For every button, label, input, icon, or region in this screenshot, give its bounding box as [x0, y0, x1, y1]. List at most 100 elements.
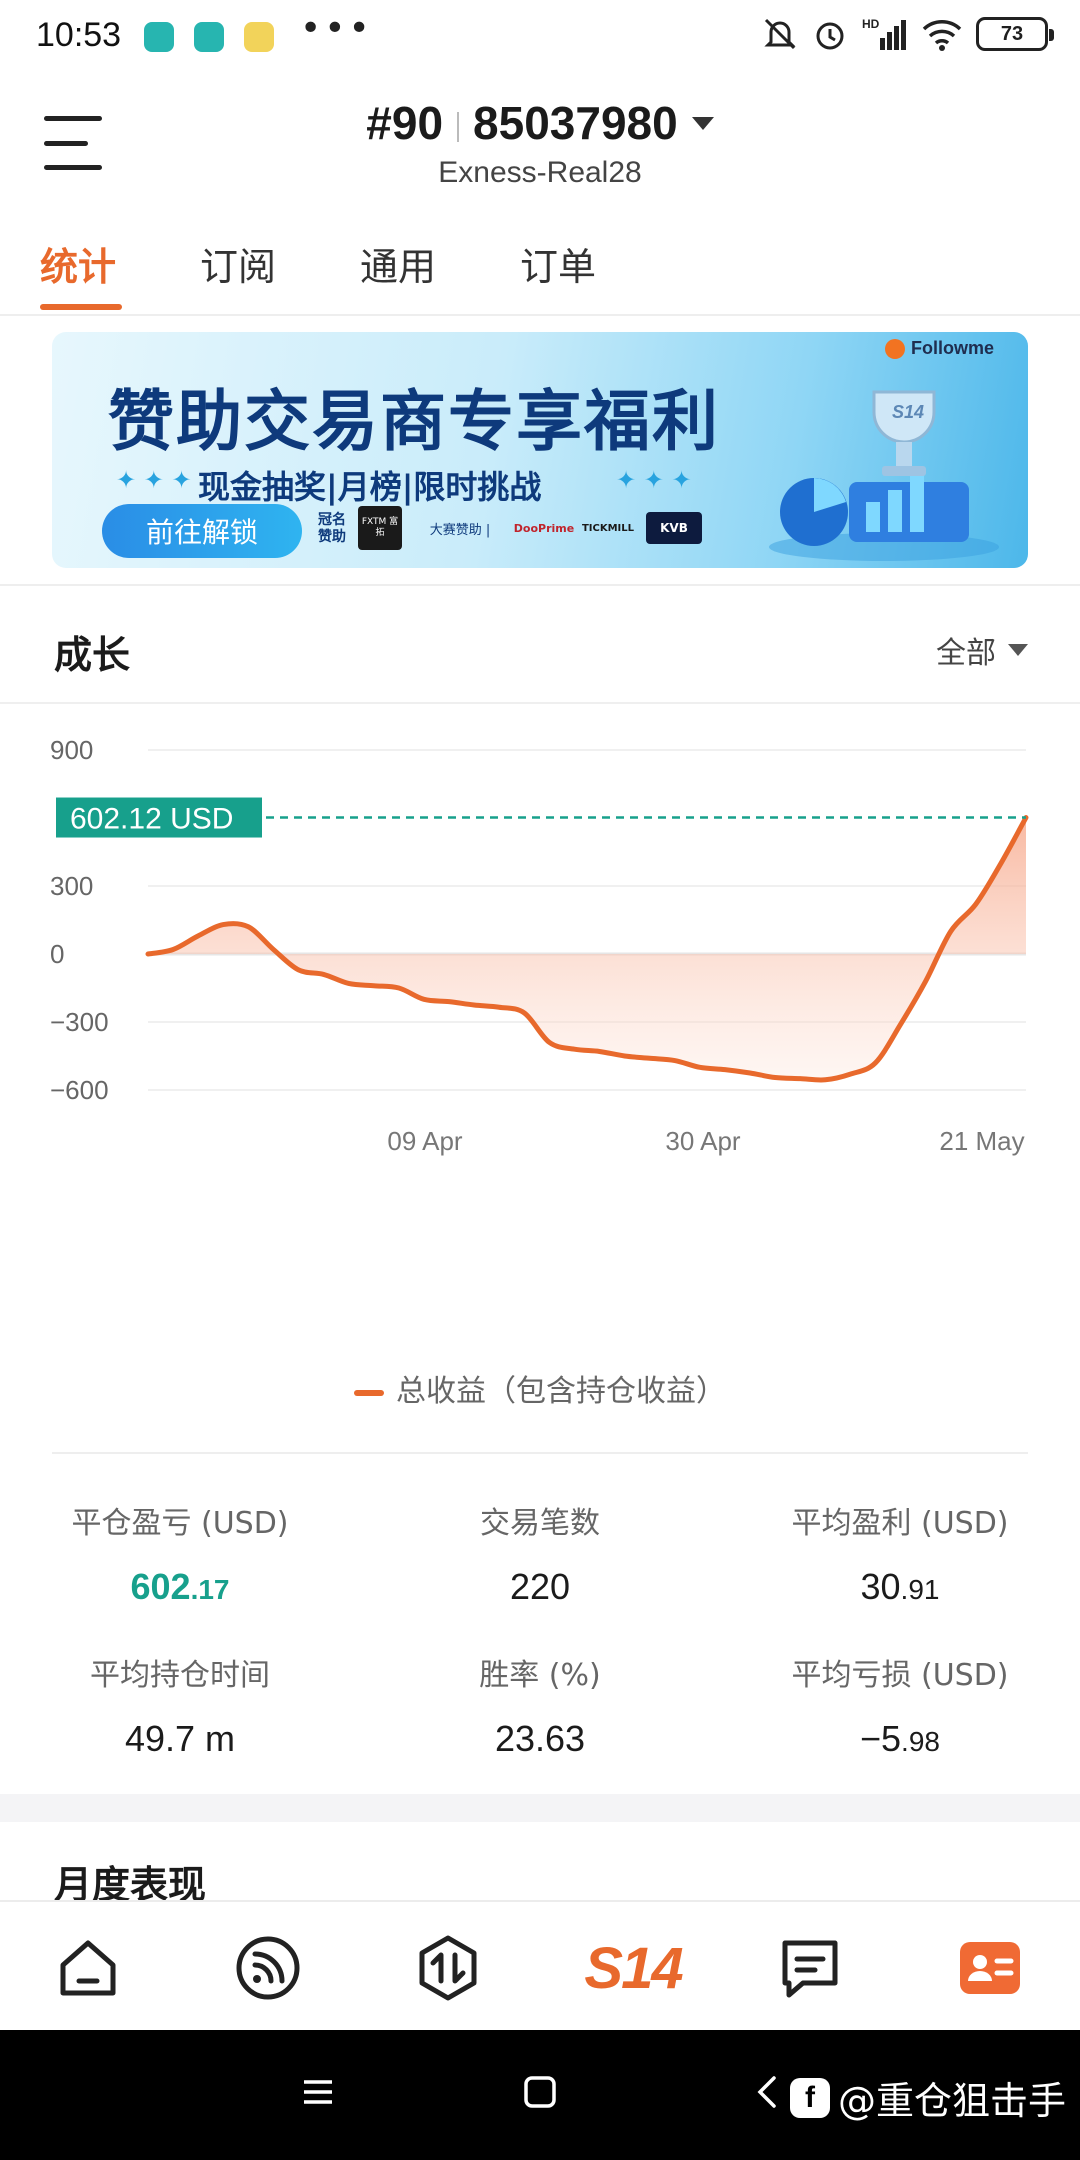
- x-tick-label: 09 Apr: [387, 1126, 463, 1156]
- douyin-logo-icon: f: [789, 2077, 830, 2118]
- legend-swatch: [354, 1389, 384, 1396]
- y-tick-label: 900: [50, 735, 93, 765]
- shield-app-icon: [144, 22, 174, 52]
- growth-area: [148, 817, 1026, 1081]
- app-header: #90 85037980 Exness-Real28: [0, 78, 1080, 208]
- growth-chart[interactable]: 900 300 0 −300 −600 09 Apr 30 Apr 21 May 602.1…: [0, 702, 1080, 1362]
- stat-label: 交易笔数: [480, 1506, 600, 1541]
- sparkle-icon: ✦ ✦ ✦: [116, 466, 192, 494]
- account-server: Exness-Real28: [438, 156, 642, 189]
- promo-banner[interactable]: Followme 赞助交易商专享福利 ✦ ✦ ✦ 现金抽奖|月榜|限时挑战 ✦ …: [52, 332, 1028, 568]
- profile-card-icon: [960, 1942, 1020, 1994]
- watermark: f @重仓狙击手: [789, 2070, 1066, 2125]
- account-separator: [457, 111, 460, 142]
- period-filter-label: 全部: [936, 636, 996, 671]
- recent-apps-button[interactable]: [300, 2074, 336, 2110]
- watermark-text: @重仓狙击手: [837, 2079, 1066, 2123]
- nav-feed[interactable]: [228, 1930, 308, 2006]
- trade-icon: [419, 1935, 477, 2001]
- stat-label: 平均盈利 (USD): [791, 1506, 1009, 1541]
- sparkle-icon: ✦ ✦ ✦: [616, 466, 692, 494]
- more-notifications-icon: •••: [300, 8, 373, 49]
- sponsor-logo-tickmill: TICKMILL: [581, 522, 635, 534]
- back-button[interactable]: [752, 2074, 780, 2110]
- account-prefix: #90: [366, 97, 444, 149]
- alarm-icon: [816, 22, 844, 50]
- app-screen: 10:53 ••• HD 73 #90 85037980 Exness-Real2…: [0, 0, 1080, 2160]
- wifi-icon: [922, 20, 962, 51]
- sponsor-logo-fxtm: FXTM 富拓: [358, 506, 402, 550]
- signal-icon: HD: [862, 17, 906, 50]
- status-time: 10:53: [36, 16, 122, 54]
- home-button[interactable]: [522, 2074, 558, 2110]
- status-bar: 10:53 ••• HD 73: [0, 0, 1080, 78]
- tab-subscribe[interactable]: 订阅: [200, 236, 276, 291]
- sponsor-label: 冠名 赞助: [318, 512, 346, 545]
- unlock-button[interactable]: 前往解锁: [102, 504, 302, 558]
- stat-value: 49.7 m: [124, 1718, 236, 1759]
- nav-s14[interactable]: S14: [578, 1930, 688, 2006]
- stat-value: 23.63: [494, 1718, 586, 1759]
- message-app-icon: [244, 22, 274, 52]
- nav-profile[interactable]: [950, 1930, 1030, 2006]
- silent-icon: [764, 18, 796, 50]
- tab-general[interactable]: 通用: [360, 236, 436, 291]
- bottom-nav: S14: [0, 1900, 1080, 2030]
- growth-title: 成长: [54, 633, 131, 677]
- x-tick-label: 21 May: [939, 1126, 1024, 1156]
- active-tab-indicator: [40, 304, 122, 310]
- stat-value: 220: [509, 1566, 571, 1607]
- stat-avg-profit: 平均盈利 (USD) 30.91: [720, 1498, 1080, 1608]
- svg-text:HD: HD: [862, 17, 880, 31]
- shield-app-icon-2: [194, 22, 224, 52]
- account-id: 85037980: [473, 97, 678, 149]
- chevron-down-icon: [691, 117, 714, 131]
- s14-logo-icon: S14: [584, 1935, 683, 2001]
- followme-logo-icon: [884, 338, 905, 359]
- divider: [52, 1452, 1028, 1454]
- stat-avg-hold-time: 平均持仓时间 49.7 m: [0, 1650, 360, 1760]
- home-icon: [60, 1940, 116, 1996]
- stat-value: 30.91: [860, 1566, 940, 1607]
- system-nav-bar: f @重仓狙击手: [0, 2030, 1080, 2160]
- sponsor-text: 大赛赞助 |: [429, 522, 491, 538]
- banner-title: 赞助交易商专享福利: [108, 383, 720, 460]
- current-value-label: 602.12 USD: [70, 803, 233, 836]
- x-tick-label: 30 Apr: [665, 1126, 741, 1156]
- stat-label: 平均持仓时间: [90, 1658, 270, 1693]
- stat-value: 602.17: [130, 1566, 230, 1607]
- banner-brand-name: Followme: [910, 338, 994, 358]
- sponsor-logo-dooprime: DooPrime: [513, 521, 575, 535]
- y-tick-label: −600: [50, 1075, 109, 1105]
- status-icons: HD 73: [762, 16, 1054, 52]
- stat-value: −5.98: [860, 1718, 940, 1759]
- nav-home[interactable]: [48, 1930, 128, 2006]
- banner-subtitle: 现金抽奖|月榜|限时挑战: [198, 468, 542, 506]
- tab-bar: 统计 订阅 通用 订单: [0, 208, 1080, 316]
- trophy-illustration: S14: [769, 390, 999, 561]
- stat-win-rate: 胜率 (%) 23.63: [360, 1650, 720, 1760]
- x-axis: 09 Apr 30 Apr 21 May: [387, 1126, 1024, 1156]
- nav-messages[interactable]: [770, 1930, 850, 2006]
- stat-avg-loss: 平均亏损 (USD) −5.98: [720, 1650, 1080, 1760]
- nav-trade[interactable]: [408, 1930, 488, 2006]
- account-selector[interactable]: #90 85037980: [0, 96, 1080, 150]
- message-icon: [782, 1940, 838, 1998]
- sponsor-logo-kvb: KVB: [646, 512, 702, 544]
- battery-indicator: 73: [976, 17, 1054, 51]
- banner-section: Followme 赞助交易商专享福利 ✦ ✦ ✦ 现金抽奖|月榜|限时挑战 ✦ …: [0, 316, 1080, 584]
- stat-trade-count: 交易笔数 220: [360, 1498, 720, 1608]
- stat-label: 平仓盈亏 (USD): [71, 1506, 289, 1541]
- period-filter-dropdown[interactable]: 全部: [936, 628, 1028, 672]
- y-tick-label: 0: [50, 939, 64, 969]
- stat-label: 平均亏损 (USD): [791, 1658, 1009, 1693]
- chevron-down-icon: [1008, 644, 1028, 656]
- chart-legend: 总收益（包含持仓收益）: [0, 1366, 1080, 1410]
- tab-orders[interactable]: 订单: [520, 236, 596, 291]
- banner-brand: Followme: [884, 338, 994, 359]
- tab-statistics[interactable]: 统计: [40, 236, 116, 291]
- stat-closed-pnl: 平仓盈亏 (USD) 602.17: [0, 1498, 360, 1608]
- svg-text:S14: S14: [892, 402, 924, 422]
- stat-label: 胜率 (%): [479, 1658, 601, 1693]
- feed-icon: [236, 1936, 300, 2000]
